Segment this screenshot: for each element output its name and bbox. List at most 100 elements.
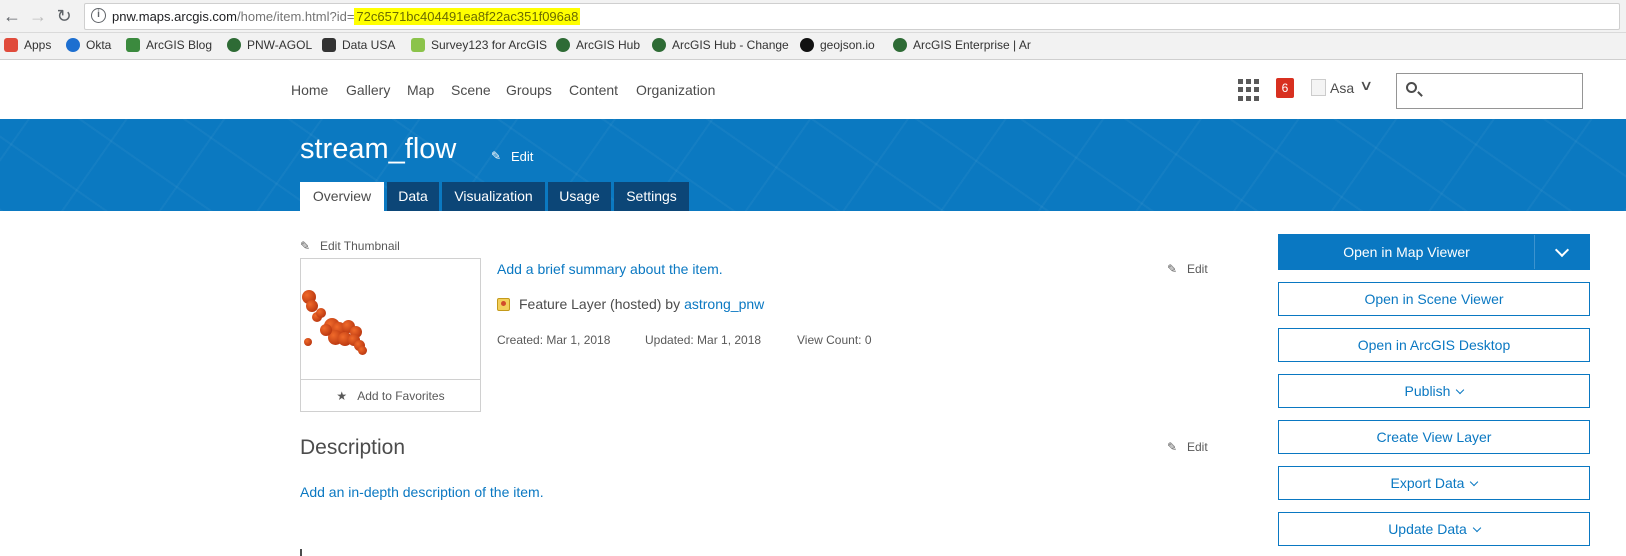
add-to-favorites-button[interactable]: ★ Add to Favorites xyxy=(301,379,480,411)
bookmark-label: Survey123 for ArcGIS xyxy=(431,38,548,52)
summary-link[interactable]: Add a brief summary about the item. xyxy=(497,261,723,277)
nav-groups[interactable]: Groups xyxy=(506,82,552,98)
map-point xyxy=(320,324,332,336)
bookmark-label: ArcGIS Enterprise | Ar xyxy=(913,38,1031,52)
summary-edit-button[interactable]: ✎ Edit xyxy=(1167,262,1208,276)
item-type-line: Feature Layer (hosted) by astrong_pnw xyxy=(497,296,764,312)
search-input[interactable] xyxy=(1396,73,1583,109)
bookmark-label: Data USA xyxy=(342,38,396,52)
bookmark-label: geojson.io xyxy=(820,38,875,52)
title-edit-button[interactable]: ✎ Edit xyxy=(491,149,533,164)
bookmark-3[interactable]: PNW-AGOL xyxy=(227,38,312,52)
edit-thumbnail-button[interactable]: ✎ Edit Thumbnail xyxy=(300,239,400,253)
pencil-icon: ✎ xyxy=(491,149,502,163)
nav-home[interactable]: Home xyxy=(291,82,328,98)
browser-address-bar: ← → ↻ i pnw.maps.arcgis.com/home/item.ht… xyxy=(0,0,1626,33)
chevron-down-icon[interactable] xyxy=(1534,235,1589,269)
page-title: stream_flow xyxy=(300,133,457,165)
geojson-icon xyxy=(800,38,814,52)
notification-badge[interactable]: 6 xyxy=(1276,78,1294,98)
bookmark-9[interactable]: ArcGIS Enterprise | Ar xyxy=(893,38,1031,52)
description-heading: Description xyxy=(300,436,406,459)
open-in-scene-viewer-button[interactable]: Open in Scene Viewer xyxy=(1278,282,1590,316)
item-type: Feature Layer (hosted) by xyxy=(519,296,681,312)
export-data-label: Export Data xyxy=(1390,475,1465,491)
pencil-icon: ✎ xyxy=(300,238,311,253)
title-edit-label: Edit xyxy=(511,149,534,164)
nav-content[interactable]: Content xyxy=(569,82,618,98)
bookmark-0[interactable]: Apps xyxy=(4,38,51,52)
edit-thumbnail-label: Edit Thumbnail xyxy=(320,239,400,253)
nav-scene[interactable]: Scene xyxy=(451,82,491,98)
survey123-icon xyxy=(411,38,425,52)
nav-organization[interactable]: Organization xyxy=(636,82,715,98)
globe-icon xyxy=(652,38,666,52)
nav-gallery[interactable]: Gallery xyxy=(346,82,390,98)
bookmark-label: Apps xyxy=(24,38,52,52)
export-data-button[interactable]: Export Data xyxy=(1278,466,1590,500)
info-icon[interactable]: i xyxy=(91,8,106,23)
url-item-id-highlighted: 72c6571bc404491ea8f22ac351f096a8 xyxy=(354,8,581,25)
feature-layer-icon xyxy=(497,297,510,311)
url-text[interactable]: pnw.maps.arcgis.com/home/item.html?id= 72… xyxy=(112,8,581,25)
arcgis-blog-icon xyxy=(126,38,140,52)
text-cursor xyxy=(300,549,302,556)
back-arrow-icon[interactable]: ← xyxy=(2,6,22,26)
url-field[interactable]: i pnw.maps.arcgis.com/home/item.html?id=… xyxy=(84,3,1620,30)
created-date: Created: Mar 1, 2018 xyxy=(497,333,611,347)
open-in-map-viewer-button[interactable]: Open in Map Viewer xyxy=(1278,234,1590,270)
map-point xyxy=(316,308,326,318)
bookmark-label: ArcGIS Blog xyxy=(146,38,213,52)
tab-usage[interactable]: Usage xyxy=(548,182,611,211)
bookmarks-bar: Apps Okta ArcGIS Blog PNW-AGOL Data USA Surve… xyxy=(0,33,1626,60)
bookmark-1[interactable]: Okta xyxy=(66,38,111,52)
publish-label: Publish xyxy=(1404,383,1451,399)
chevron-down-icon xyxy=(1456,385,1465,395)
bookmark-4[interactable]: Data USA xyxy=(322,38,395,52)
bookmark-2[interactable]: ArcGIS Blog xyxy=(126,38,212,52)
create-view-layer-button[interactable]: Create View Layer xyxy=(1278,420,1590,454)
item-banner: stream_flow ✎ Edit Overview Data Visuali… xyxy=(0,119,1626,211)
updated-date: Updated: Mar 1, 2018 xyxy=(645,333,762,347)
search-icon xyxy=(1406,82,1417,93)
tab-overview[interactable]: Overview xyxy=(300,182,384,211)
update-data-button[interactable]: Update Data xyxy=(1278,512,1590,546)
description-edit-button[interactable]: ✎ Edit xyxy=(1167,440,1208,454)
add-to-favorites-label: Add to Favorites xyxy=(357,389,445,403)
open-in-arcgis-desktop-button[interactable]: Open in ArcGIS Desktop xyxy=(1278,328,1590,362)
map-point xyxy=(304,338,312,346)
url-path: /home/item.html?id= xyxy=(237,9,355,24)
view-count: View Count: 0 xyxy=(797,333,872,347)
thumbnail: ★ Add to Favorites xyxy=(300,258,481,412)
description-link[interactable]: Add an in-depth description of the item. xyxy=(300,484,544,500)
tab-settings[interactable]: Settings xyxy=(614,182,689,211)
tab-data[interactable]: Data xyxy=(387,182,439,211)
bookmark-label: ArcGIS Hub - Change xyxy=(672,38,789,52)
owner-link[interactable]: astrong_pnw xyxy=(684,296,764,312)
globe-icon xyxy=(893,38,907,52)
bookmark-5[interactable]: Survey123 for ArcGIS xyxy=(411,38,547,52)
bookmark-label: ArcGIS Hub xyxy=(576,38,641,52)
apps-grid-icon xyxy=(4,38,18,52)
pencil-icon: ✎ xyxy=(1167,439,1178,454)
bookmark-7[interactable]: ArcGIS Hub - Change xyxy=(652,38,789,52)
bookmark-label: PNW-AGOL xyxy=(247,38,313,52)
summary-edit-label: Edit xyxy=(1187,262,1208,276)
forward-arrow-icon[interactable]: → xyxy=(28,6,48,26)
nav-map[interactable]: Map xyxy=(407,82,434,98)
username[interactable]: Asa xyxy=(1330,80,1354,96)
globe-icon xyxy=(227,38,241,52)
avatar[interactable] xyxy=(1311,79,1326,96)
star-icon: ★ xyxy=(336,389,348,403)
publish-button[interactable]: Publish xyxy=(1278,374,1590,408)
tab-visualization[interactable]: Visualization xyxy=(442,182,545,211)
chevron-down-icon[interactable]: ∨ xyxy=(1359,77,1373,94)
open-in-map-viewer-label[interactable]: Open in Map Viewer xyxy=(1279,235,1534,269)
pencil-icon: ✎ xyxy=(1167,261,1178,276)
globe-icon xyxy=(556,38,570,52)
app-launcher-icon[interactable] xyxy=(1238,79,1260,101)
okta-icon xyxy=(66,38,80,52)
bookmark-8[interactable]: geojson.io xyxy=(800,38,875,52)
bookmark-6[interactable]: ArcGIS Hub xyxy=(556,38,640,52)
reload-icon[interactable]: ↻ xyxy=(54,6,74,26)
